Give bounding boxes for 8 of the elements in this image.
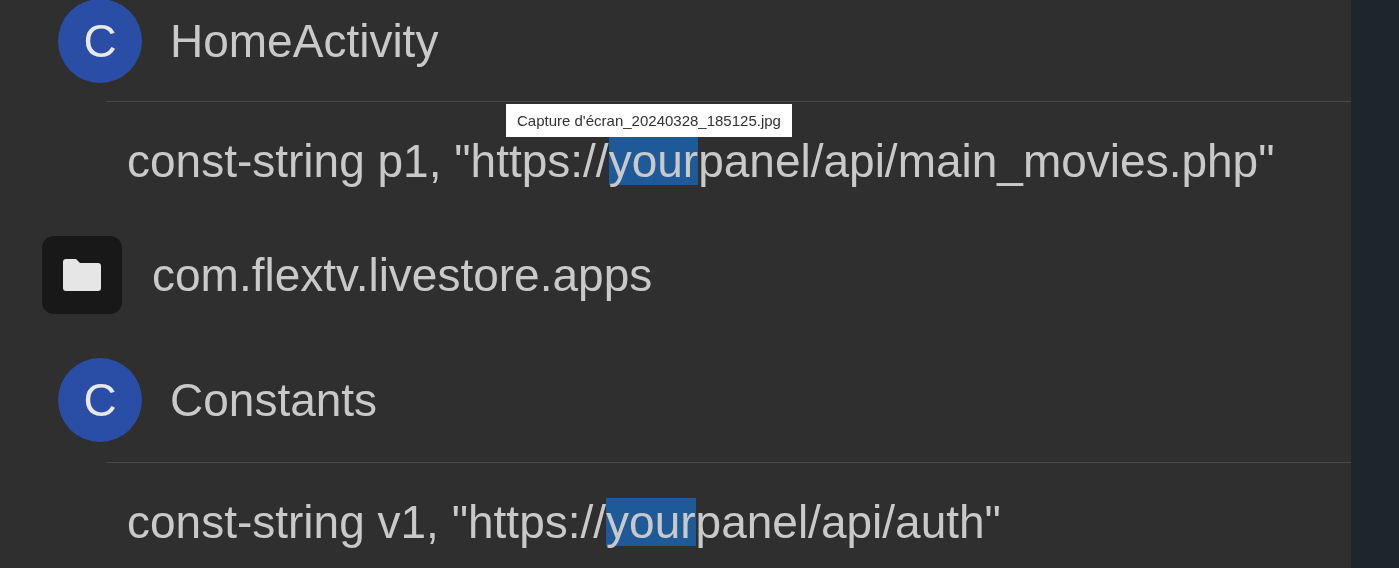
class-icon: C xyxy=(58,358,142,442)
search-result-line[interactable]: const-string p1, "https://yourpanel/api/main_movies.php" xyxy=(127,136,1275,185)
folder-icon xyxy=(42,235,122,314)
class-icon: C xyxy=(58,0,142,83)
class-name[interactable]: Constants xyxy=(170,373,378,427)
class-name[interactable]: HomeActivity xyxy=(170,14,439,68)
tooltip: Capture d'écran_20240328_185125.jpg xyxy=(506,104,792,137)
package-name[interactable]: com.flextv.livestore.apps xyxy=(152,247,653,302)
